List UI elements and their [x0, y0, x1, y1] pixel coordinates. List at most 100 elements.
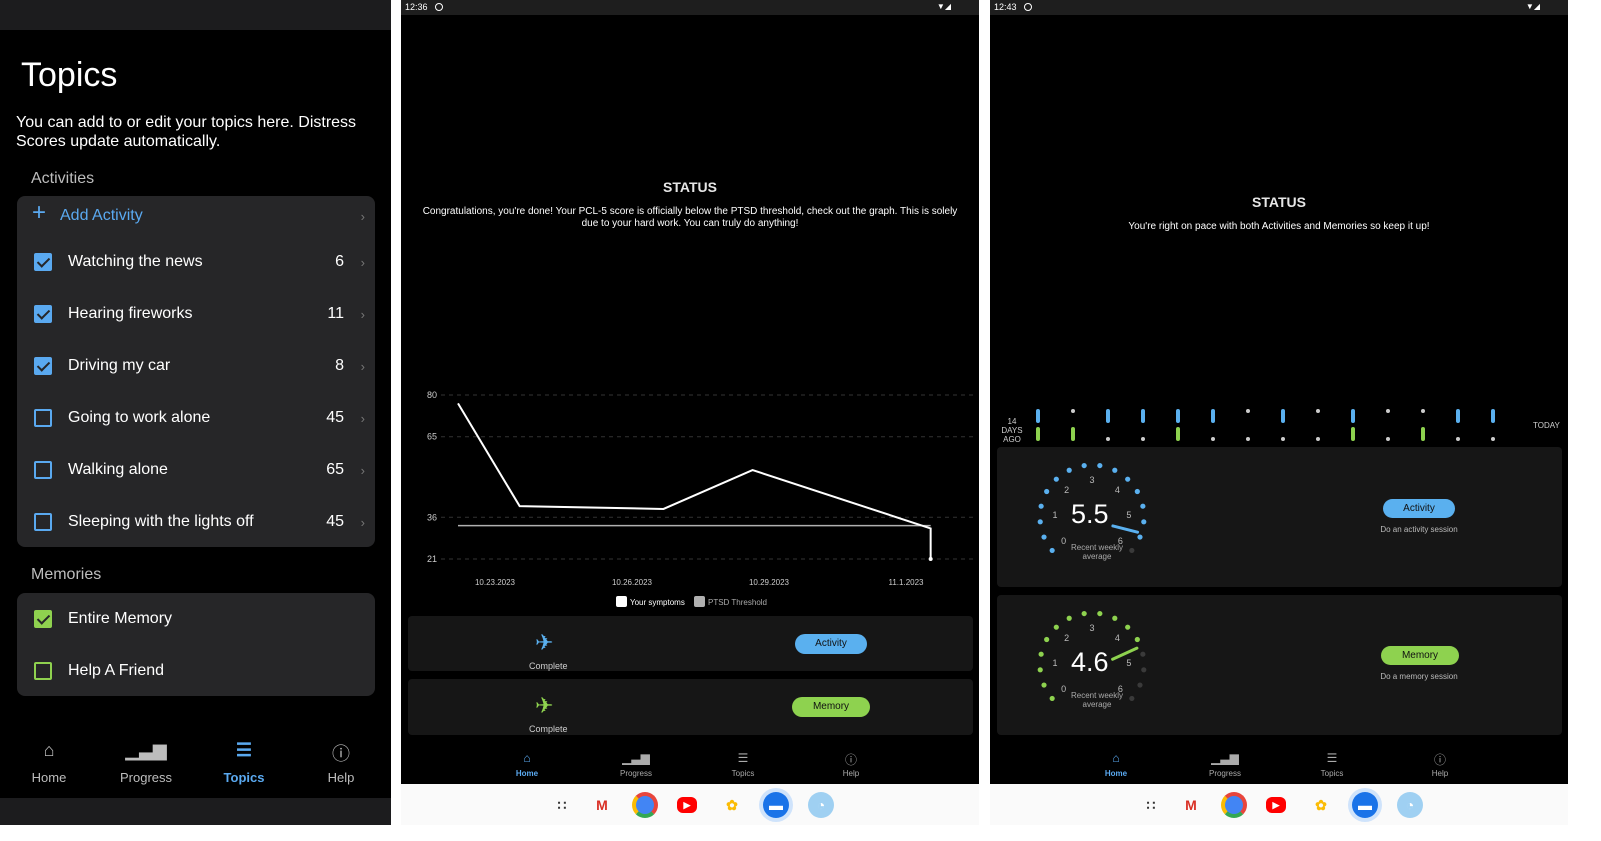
activity-row[interactable]: Watching the news 6 › [17, 242, 375, 282]
x-tick-label: 11.1.2023 [889, 578, 925, 587]
activity-checkbox[interactable] [34, 253, 52, 271]
memory-day-dot [1106, 437, 1110, 441]
activity-checkbox[interactable] [34, 305, 52, 323]
bird-icon: ✈ [535, 630, 554, 655]
nav-home[interactable]: ⌂ Home [497, 751, 557, 778]
nav-help[interactable]: ⓘ Help [821, 751, 881, 778]
list-icon: ☰ [1326, 751, 1338, 765]
chevron-right-icon: › [360, 410, 365, 426]
activity-row[interactable]: Going to work alone 45 › [17, 398, 375, 438]
activity-day-dot [1386, 409, 1390, 413]
youtube-icon[interactable]: ▶ [677, 797, 697, 813]
gauge-dot [1081, 610, 1087, 617]
chrome-icon[interactable] [632, 792, 658, 818]
wifi-signal-icon: ▼◢ [936, 2, 951, 11]
nav-label: Topics [731, 769, 755, 778]
apps-grid-icon[interactable]: ∷ [549, 792, 575, 818]
activity-day-bar [1281, 409, 1285, 423]
nav-label: Topics [1320, 769, 1344, 778]
page-title: Topics [21, 56, 118, 94]
activity-score: 11 [327, 305, 344, 322]
nav-topics[interactable]: ☰ Topics [204, 740, 284, 785]
memory-button[interactable]: Memory [792, 697, 870, 717]
status-bar [0, 0, 391, 30]
gauge-dot [1041, 682, 1047, 688]
nav-label: Help [1431, 769, 1449, 778]
add-activity-button[interactable]: + Add Activity › [17, 196, 375, 236]
activity-day-bar [1141, 409, 1145, 423]
memory-checkbox[interactable] [34, 610, 52, 628]
bar-chart-icon: ▁▃▆ [622, 751, 650, 765]
gauge-tick-label: 3 [1089, 475, 1094, 485]
memory-day-dot [1211, 437, 1215, 441]
photos-icon[interactable]: ✿ [719, 792, 745, 818]
system-nav-bar [0, 798, 391, 825]
activity-row[interactable]: Driving my car 8 › [17, 346, 375, 386]
average-caption: Recent weekly average [1070, 691, 1124, 709]
nav-progress[interactable]: ▁▃▆ Progress [106, 740, 186, 785]
activity-label: Walking alone [68, 461, 168, 478]
nav-help[interactable]: ⓘ Help [1410, 751, 1470, 778]
y-tick-label: 36 [427, 512, 437, 522]
gauge-dot [1129, 695, 1135, 702]
legend-swatch-threshold [694, 596, 705, 607]
legend-swatch-symptoms [616, 596, 627, 607]
gauge-dot [1038, 651, 1044, 657]
nav-help[interactable]: ⓘ Help [301, 740, 381, 785]
messages-icon[interactable]: ▬ [1352, 792, 1378, 818]
activity-day-bar [1106, 409, 1110, 423]
activity-checkbox[interactable] [34, 409, 52, 427]
memory-label: Entire Memory [68, 610, 173, 627]
status-message: Congratulations, you're done! Your PCL-5… [422, 206, 958, 229]
activity-checkbox[interactable] [34, 513, 52, 531]
home-icon: ⌂ [523, 751, 531, 765]
gmail-icon[interactable]: M [1178, 792, 1204, 818]
gmail-icon[interactable]: M [589, 792, 615, 818]
gauge-dot [1049, 547, 1055, 554]
memory-row[interactable]: Entire Memory [17, 599, 375, 639]
memory-day-dot [1456, 437, 1460, 441]
nav-label: Topics [223, 770, 265, 785]
memory-day-dot [1141, 437, 1145, 441]
memory-panel: ✈ Complete Memory [408, 679, 973, 735]
nav-home[interactable]: ⌂ Home [9, 740, 89, 785]
memory-row[interactable]: Help A Friend [17, 651, 375, 691]
chrome-icon[interactable] [1221, 792, 1247, 818]
nav-topics[interactable]: ☰ Topics [713, 751, 773, 778]
activity-row[interactable]: Sleeping with the lights off 45 › [17, 502, 375, 542]
gauge-needle [1111, 524, 1140, 534]
memory-checkbox[interactable] [34, 662, 52, 680]
activity-row[interactable]: Walking alone 65 › [17, 450, 375, 490]
activity-checkbox[interactable] [34, 357, 52, 375]
activity-row[interactable]: Hearing fireworks 11 › [17, 294, 375, 334]
activity-label: Going to work alone [68, 409, 211, 426]
activity-average-value: 5.5 [1071, 499, 1109, 529]
speedometer-icon[interactable]: ◔ [1397, 792, 1423, 818]
gauge-tick-label: 5 [1126, 658, 1131, 668]
add-activity-label: Add Activity [60, 207, 143, 224]
nav-home[interactable]: ⌂ Home [1086, 751, 1146, 778]
nav-progress[interactable]: ▁▃▆ Progress [1195, 751, 1255, 778]
activity-label: Watching the news [68, 253, 203, 270]
symptoms-chart: 80 65 36 21 10.23.2023 10.26.2023 10.29.2023 11… [427, 390, 973, 607]
memory-day-dot [1246, 437, 1250, 441]
gauge-dot [1049, 695, 1055, 702]
nav-label: Progress [1208, 769, 1241, 778]
gauge-dot [1037, 667, 1043, 673]
apps-grid-icon[interactable]: ∷ [1138, 792, 1164, 818]
messages-icon[interactable]: ▬ [763, 792, 789, 818]
gauge-dot [1140, 651, 1146, 657]
gauge-dot [1134, 636, 1140, 643]
activity-button[interactable]: Activity [1383, 499, 1455, 518]
status-title: STATUS [663, 179, 717, 195]
nav-progress[interactable]: ▁▃▆ Progress [606, 751, 666, 778]
youtube-icon[interactable]: ▶ [1266, 797, 1286, 813]
memory-button[interactable]: Memory [1381, 646, 1459, 665]
activity-label: Driving my car [68, 357, 171, 374]
activity-button[interactable]: Activity [795, 634, 867, 654]
nav-topics[interactable]: ☰ Topics [1302, 751, 1362, 778]
photos-icon[interactable]: ✿ [1308, 792, 1334, 818]
activity-checkbox[interactable] [34, 461, 52, 479]
gauge-dot [1097, 610, 1103, 617]
speedometer-icon[interactable]: ◔ [808, 792, 834, 818]
